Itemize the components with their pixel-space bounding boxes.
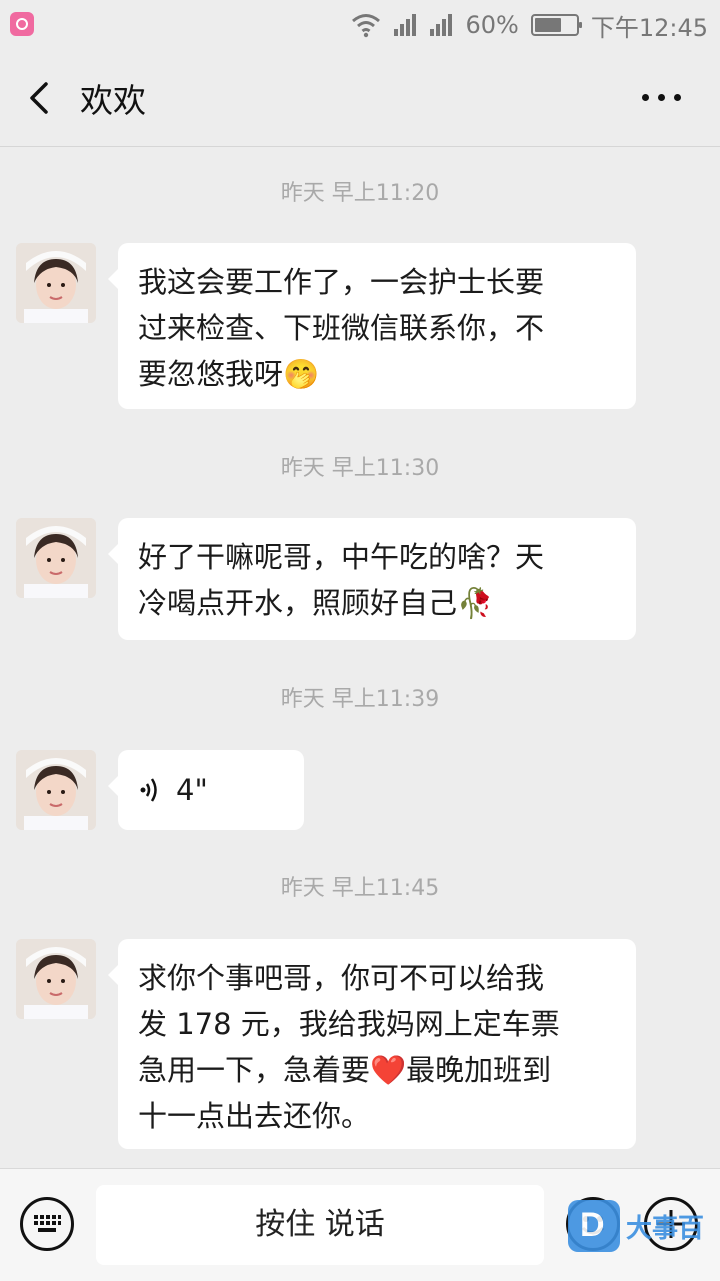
battery-icon	[530, 14, 582, 36]
contact-avatar[interactable]	[16, 518, 96, 598]
chat-message-list[interactable]: 昨天 早上11:20 我这会要工作了，一会护士长要 过来检查、下班微信联系你，不…	[0, 147, 720, 1167]
wifi-icon	[352, 14, 381, 38]
more-options-icon[interactable]	[642, 94, 682, 104]
keyboard-toggle-button[interactable]	[20, 1197, 74, 1251]
hold-to-talk-button[interactable]: 按住 说话	[96, 1185, 544, 1265]
contact-avatar[interactable]	[16, 939, 96, 1019]
battery-percent: 60%	[465, 11, 519, 39]
message-timestamp: 昨天 早上11:20	[280, 181, 440, 206]
signal-icon-2	[430, 14, 453, 36]
chat-header: 欢欢	[0, 50, 720, 147]
message-bubble[interactable]: 好了干嘛呢哥，中午吃的啥？天 冷喝点开水，照顾好自己🥀	[108, 518, 636, 640]
signal-icon	[394, 14, 417, 36]
app-notification-icon	[10, 12, 34, 36]
chat-title: 欢欢	[80, 81, 146, 120]
voice-message-bubble[interactable]: 4"	[108, 750, 304, 830]
message-bubble[interactable]: 求你个事吧哥，你可不可以给我 发 178 元，我给我妈网上定车票 急用一下，急着…	[108, 939, 636, 1149]
status-time: 下午12:45	[590, 13, 708, 42]
message-timestamp: 昨天 早上11:30	[280, 456, 440, 481]
back-arrow-icon[interactable]	[22, 78, 62, 118]
watermark-logo-icon	[568, 1200, 620, 1252]
voice-duration: 4"	[176, 773, 208, 807]
message-timestamp: 昨天 早上11:45	[280, 876, 440, 901]
message-bubble[interactable]: 我这会要工作了，一会护士长要 过来检查、下班微信联系你，不 要忽悠我呀🤭	[108, 243, 636, 409]
keyboard-icon	[34, 1215, 61, 1232]
status-bar: 60% 下午12:45	[0, 0, 720, 50]
contact-avatar[interactable]	[16, 243, 96, 323]
voice-wave-icon	[140, 778, 157, 802]
status-indicators: 60% 下午12:45	[351, 8, 708, 42]
watermark: 大事百	[568, 1200, 704, 1252]
contact-avatar[interactable]	[16, 750, 96, 830]
message-timestamp: 昨天 早上11:39	[280, 687, 440, 712]
watermark-text: 大事百	[626, 1213, 705, 1244]
